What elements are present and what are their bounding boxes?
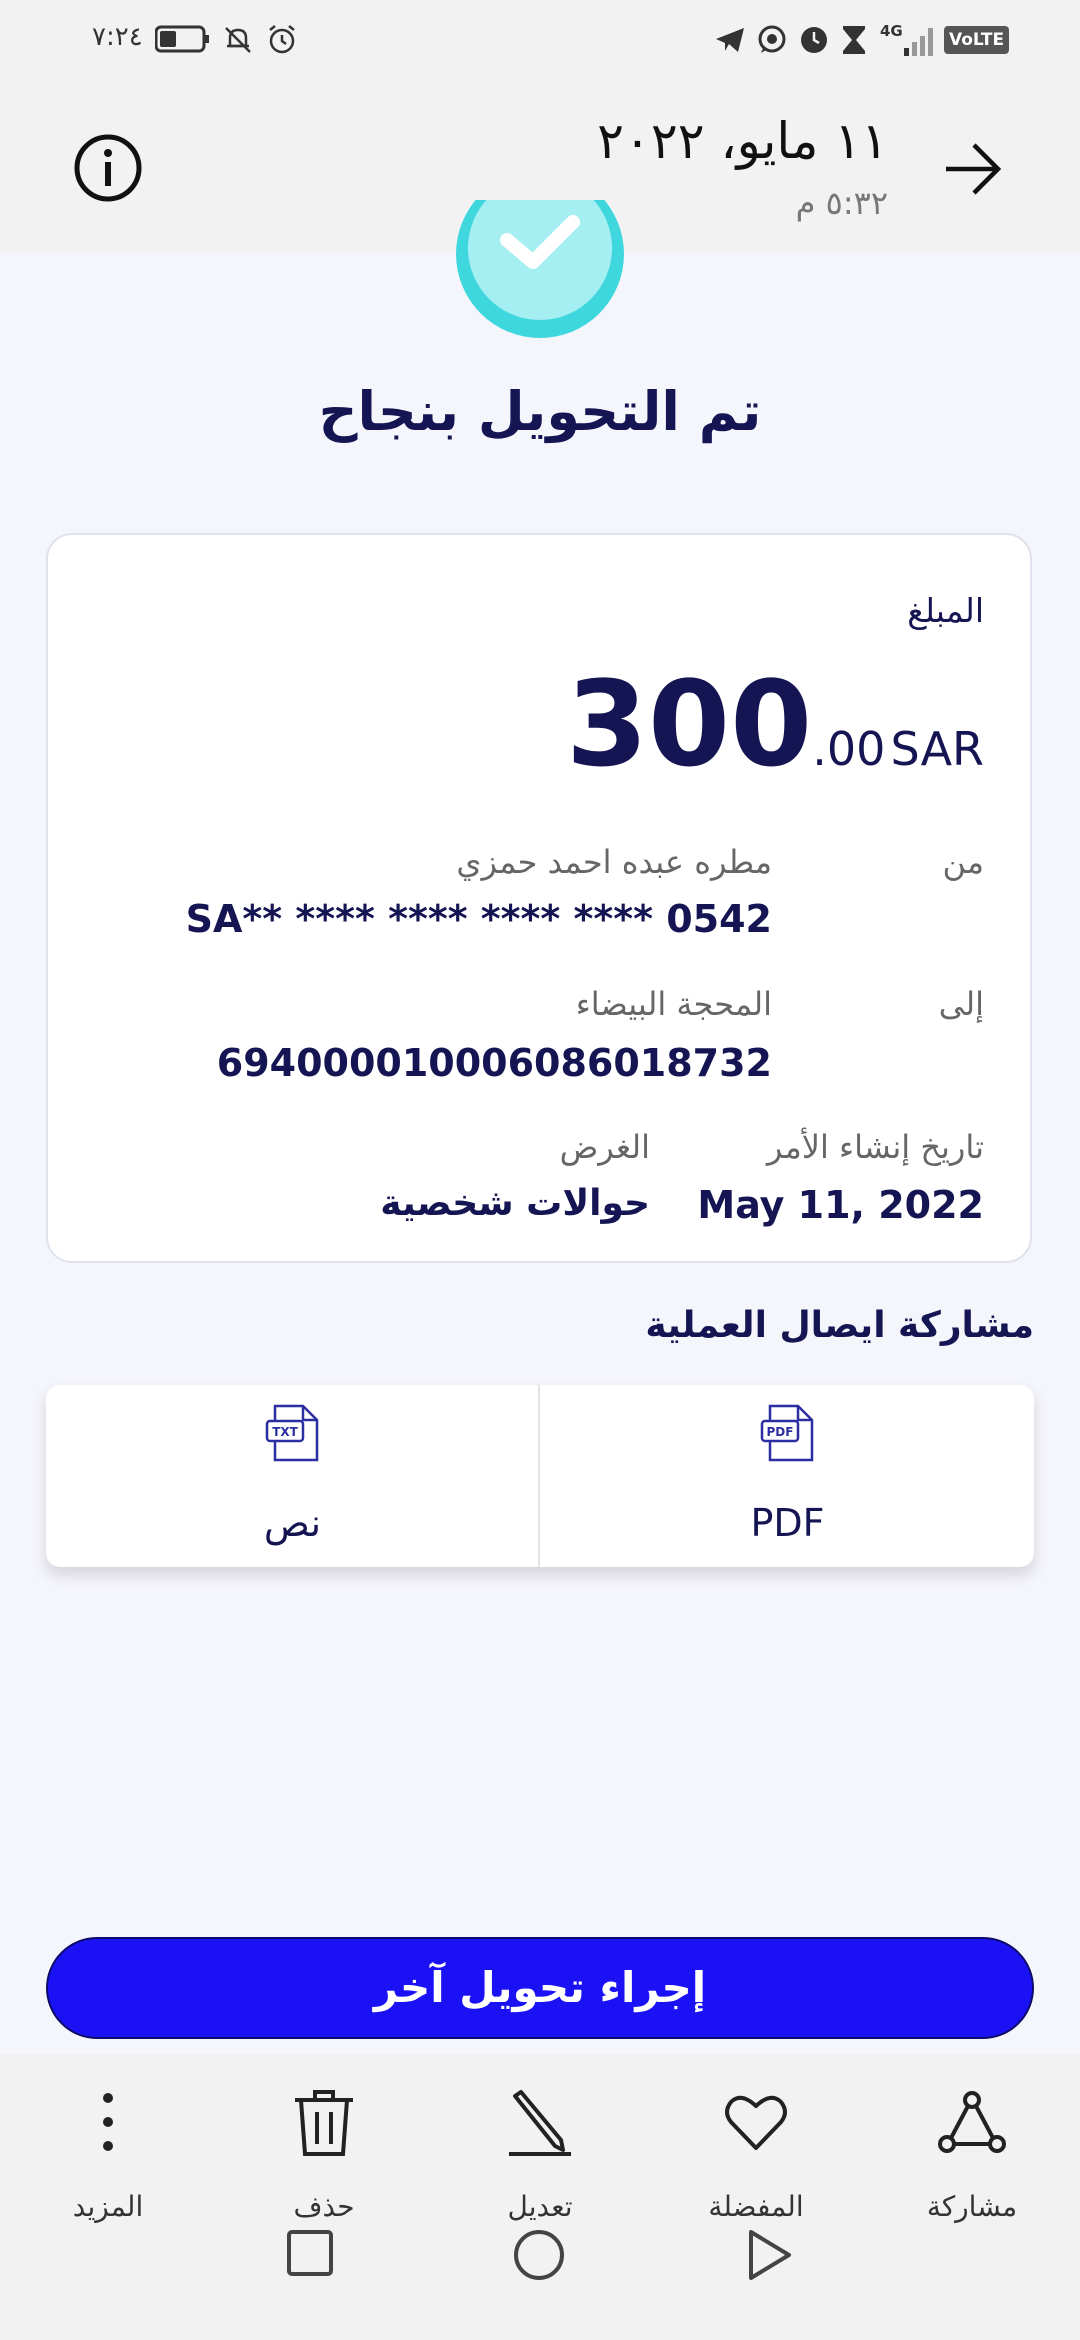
svg-text:PDF: PDF: [766, 1425, 793, 1439]
to-account: 694000010006086018732: [216, 1041, 772, 1085]
from-account: SA** **** **** **** **** 0542: [185, 897, 772, 941]
purpose-value: حوالات شخصية: [380, 1183, 650, 1224]
toolbar-edit-label: تعديل: [507, 2190, 573, 2223]
home-icon[interactable]: [512, 2228, 566, 2282]
txt-file-icon: TXT: [265, 1404, 318, 1462]
volte-badge: VoLTE: [944, 26, 1010, 54]
status-bar: ٧:٢٤ 4G VoLTE: [0, 0, 1080, 82]
back-nav-icon[interactable]: [745, 2228, 795, 2282]
more-vertical-icon: [103, 2093, 113, 2151]
alarm-icon: [269, 25, 295, 54]
hourglass-icon: [843, 26, 865, 54]
recent-apps-icon[interactable]: [285, 2228, 335, 2278]
toolbar-share-button[interactable]: مشاركة: [892, 2074, 1052, 2254]
pdf-file-icon: PDF: [760, 1404, 813, 1462]
share-pdf-button[interactable]: PDF PDF: [541, 1385, 1034, 1567]
signal-icon: 4G: [880, 22, 940, 58]
toolbar-favorite-label: المفضلة: [708, 2190, 804, 2223]
toolbar-share-label: مشاركة: [926, 2190, 1018, 2223]
share-icon: [938, 2091, 1006, 2153]
toolbar-delete-label: حذف: [293, 2190, 355, 2223]
purpose-label: الغرض: [559, 1128, 650, 1166]
toolbar-more-button[interactable]: المزيد: [28, 2074, 188, 2254]
to-label: إلى: [938, 985, 984, 1023]
amount-currency: SAR: [890, 722, 984, 776]
share-options: TXT نص PDF PDF: [46, 1385, 1034, 1567]
share-text-label: نص: [263, 1501, 322, 1545]
telegram-icon: [716, 28, 744, 52]
clock-badge-icon: [801, 27, 827, 53]
to-name: المحجة البيضاء: [575, 985, 772, 1023]
muted-bell-icon: [225, 27, 251, 53]
info-icon[interactable]: [72, 132, 144, 204]
share-pdf-label: PDF: [750, 1501, 825, 1545]
order-date-label: تاريخ إنشاء الأمر: [766, 1128, 984, 1166]
back-arrow-icon[interactable]: [940, 136, 1006, 202]
amount-value: 300.00 SAR: [566, 655, 984, 793]
trash-icon: [295, 2090, 353, 2156]
from-label: من: [942, 843, 985, 881]
from-name: مطره عبده احمد حمزي: [456, 843, 772, 881]
toolbar-delete-button[interactable]: حذف: [244, 2074, 404, 2254]
header-time: ٥:٣٢ م: [795, 184, 888, 222]
success-title: تم التحويل بنجاح: [318, 380, 762, 443]
status-time: ٧:٢٤: [92, 22, 143, 52]
header-date: ١١ مايو، ٢٠٢٢: [597, 112, 888, 170]
amount-decimal: .00: [812, 722, 886, 776]
share-divider: [538, 1385, 540, 1567]
amount-integer: 300: [565, 655, 813, 793]
order-date-value: May 11, 2022: [697, 1183, 984, 1227]
svg-text:TXT: TXT: [272, 1425, 298, 1439]
whatsapp-icon: [758, 25, 786, 53]
edit-pencil-icon: [509, 2090, 571, 2156]
amount-label: المبلغ: [907, 591, 984, 630]
toolbar-edit-button[interactable]: تعديل: [460, 2074, 620, 2254]
heart-icon: [725, 2095, 787, 2150]
transfer-details-card: المبلغ 300.00 SAR من مطره عبده احمد حمزي…: [46, 533, 1032, 1263]
bottom-toolbar: مشاركة المفضلة تعديل حذف المزيد: [0, 2054, 1080, 2340]
success-check-icon: [456, 200, 624, 338]
another-transfer-button[interactable]: إجراء تحويل آخر: [46, 1937, 1034, 2039]
battery-icon: [155, 25, 209, 53]
toolbar-favorite-button[interactable]: المفضلة: [676, 2074, 836, 2254]
share-text-button[interactable]: TXT نص: [46, 1385, 539, 1567]
share-receipt-title: مشاركة ايصال العملية: [645, 1305, 1034, 1346]
toolbar-more-label: المزيد: [72, 2190, 144, 2223]
